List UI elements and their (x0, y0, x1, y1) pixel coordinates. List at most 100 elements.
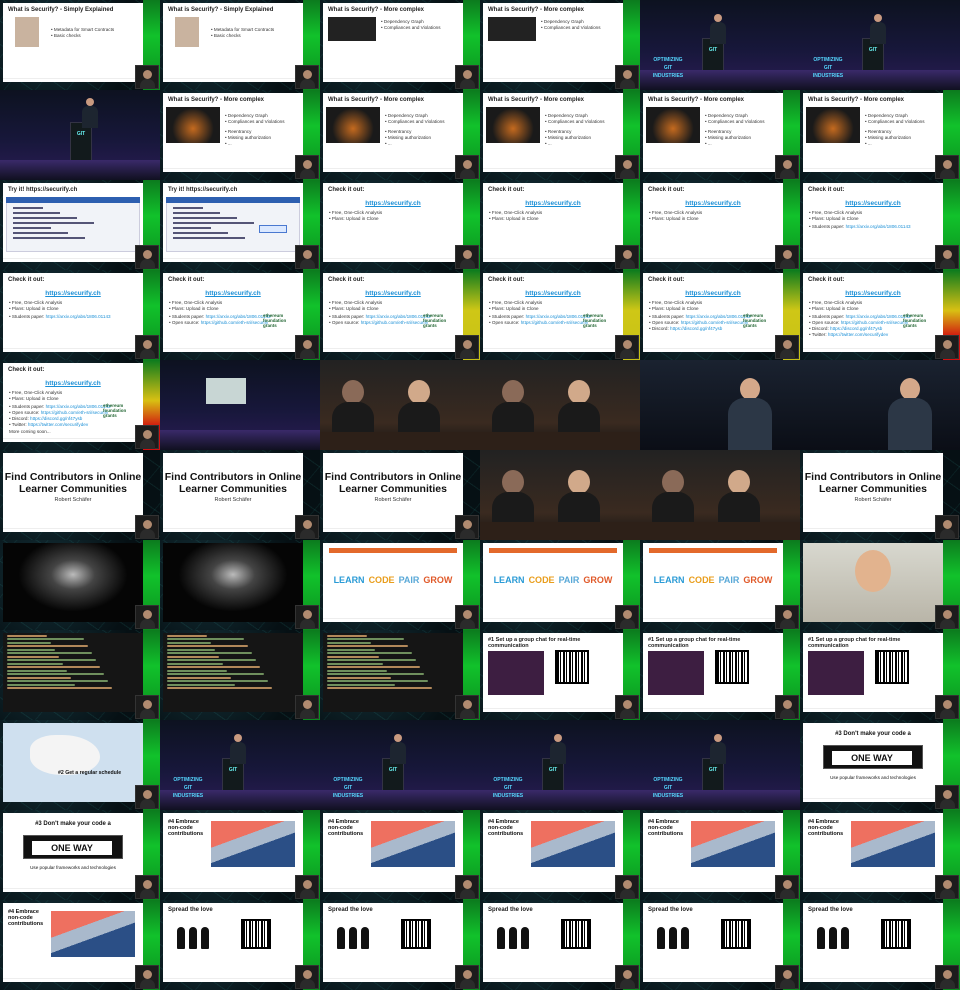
video-frame: LEARN CODE PAIR GROW (320, 540, 480, 630)
word-code: CODE (368, 575, 395, 585)
slide: Check it out: https://securify.ch • Free, … (3, 363, 143, 442)
slide-url: https://securify.ch (685, 290, 741, 297)
word-grow: GROW (743, 575, 773, 585)
slide-title: Check it out: (808, 187, 845, 193)
slide-footer (3, 438, 143, 442)
word-learn: LEARN (493, 575, 525, 585)
camera-inset (775, 965, 799, 989)
link-text: https://arxiv.org/abs/1806.01143 (685, 314, 751, 319)
camera-inset (935, 515, 959, 539)
camera-inset (935, 875, 959, 899)
code-line (7, 676, 71, 679)
video-frame (160, 540, 320, 630)
video-frame: What is Securify? - More complex • Depend… (320, 90, 480, 180)
slide-bullet: • Compliances and Violations (541, 25, 601, 30)
video-frame (0, 630, 160, 720)
slide: Check it out: https://securify.ch • Free, … (323, 183, 463, 262)
slide: Find Contributors in Online Learner Comm… (163, 453, 303, 532)
slide-footer (483, 258, 623, 262)
podium: GIT (702, 38, 724, 82)
slide-footer (323, 888, 463, 892)
video-frame: Find Contributors in Online Learner Comm… (160, 450, 320, 540)
code-line (167, 687, 272, 689)
video-frame: #4 Embrace non-code contributions (640, 810, 800, 900)
editor-toolbar (166, 197, 300, 203)
slide-title: Spread the love (328, 907, 373, 913)
camera-inset (295, 335, 319, 359)
slide-title: What is Securify? - More complex (648, 97, 745, 103)
qr-code (875, 650, 909, 684)
video-frame: What is Securify? - More complex • Depend… (480, 0, 640, 90)
code-line (13, 217, 77, 219)
slide-url: https://securify.ch (45, 380, 101, 387)
link-text: https://arxiv.org/abs/1806.01143 (205, 314, 271, 319)
graph-image (806, 107, 860, 143)
link-text: https://github.com/eth-sri/securify (680, 320, 749, 325)
slide: What is Securify? - More complex • Depend… (323, 93, 463, 172)
slide-bullet: • Plans: Upload in Clone (169, 306, 219, 311)
brand-line: OPTIMIZING (813, 57, 843, 63)
video-frame: Check it out: https://securify.ch • Free, … (800, 270, 960, 360)
slide-footer (803, 708, 943, 712)
code-line (173, 217, 237, 219)
slide-bullet: • Twitter: https://twitter.com/securifyd… (809, 332, 889, 337)
slide-title: Check it out: (488, 187, 525, 193)
video-frame: Spread the love (640, 900, 800, 990)
video-frame (800, 540, 960, 630)
brand-line: INDUSTRIES (652, 793, 684, 799)
slide-footer (163, 78, 303, 82)
camera-inset (135, 605, 159, 629)
video-frame: What is Securify? - More complex • Depend… (800, 90, 960, 180)
qr-code (555, 650, 589, 684)
slide-footer (483, 168, 623, 172)
video-frame: GIT OPTIMIZING GIT INDUSTRIES (480, 720, 640, 810)
video-frame: #4 Embrace non-code contributions (160, 810, 320, 900)
code-line (13, 227, 51, 229)
slide: LEARN CODE PAIR GROW (483, 543, 623, 622)
talk-title: Find Contributors in Online Learner Comm… (164, 471, 302, 495)
code-line (7, 683, 75, 686)
slide-footer (3, 528, 143, 532)
code-line (7, 655, 59, 658)
conference-logo: GIT (76, 131, 86, 137)
video-frame: Find Contributors in Online Learner Comm… (320, 450, 480, 540)
slide-bullet: • Basic checks (51, 33, 81, 38)
talk-title: Find Contributors in Online Learner Comm… (4, 471, 142, 495)
slide-footer (163, 258, 303, 262)
slide-footer (803, 978, 943, 982)
learn-row: LEARN CODE PAIR GROW (483, 570, 623, 588)
slide-title: #1 Set up a group chat for real-time com… (648, 637, 741, 649)
camera-inset (615, 695, 639, 719)
slide-bullet: • ... (865, 141, 872, 146)
slide-footer (483, 78, 623, 82)
slide: Spread the love (803, 903, 943, 982)
slide-footer (163, 528, 303, 532)
slide: Find Contributors in Online Learner Comm… (323, 453, 463, 532)
code-line (167, 652, 252, 654)
slide-footer (483, 348, 623, 352)
ethereum-foundation-logo: ethereum foundation grants (103, 403, 127, 418)
conference-brand: OPTIMIZING GIT INDUSTRIES (642, 776, 694, 802)
stage-scene: GIT (0, 90, 160, 180)
speaker-body (888, 398, 932, 450)
camera-inset (455, 875, 479, 899)
slide-footer (323, 978, 463, 982)
panelist-body (718, 492, 760, 522)
podium: GIT (862, 38, 884, 82)
graph-image (486, 107, 540, 143)
slide: #1 Set up a group chat for real-time com… (803, 633, 943, 712)
person-icon (509, 927, 517, 949)
code-line (13, 237, 85, 239)
slide: #3 Don't make your code a ONE WAY Use popu… (3, 813, 143, 892)
slide-bullet: • Plans: Upload in Clone (9, 306, 59, 311)
slide-bullet: • ... (705, 141, 712, 146)
link-text: https://arxiv.org/abs/1806.01143 (45, 404, 111, 409)
camera-inset (935, 605, 959, 629)
slide-url: https://securify.ch (365, 290, 421, 297)
spotlight-scene (3, 543, 143, 622)
link-text: https://arxiv.org/abs/1806.01143 (845, 314, 911, 319)
talk-author: Robert Schäfer (854, 497, 892, 503)
speaker-head (900, 378, 920, 400)
code-line (327, 683, 395, 686)
video-frame: Spread the love (160, 900, 320, 990)
